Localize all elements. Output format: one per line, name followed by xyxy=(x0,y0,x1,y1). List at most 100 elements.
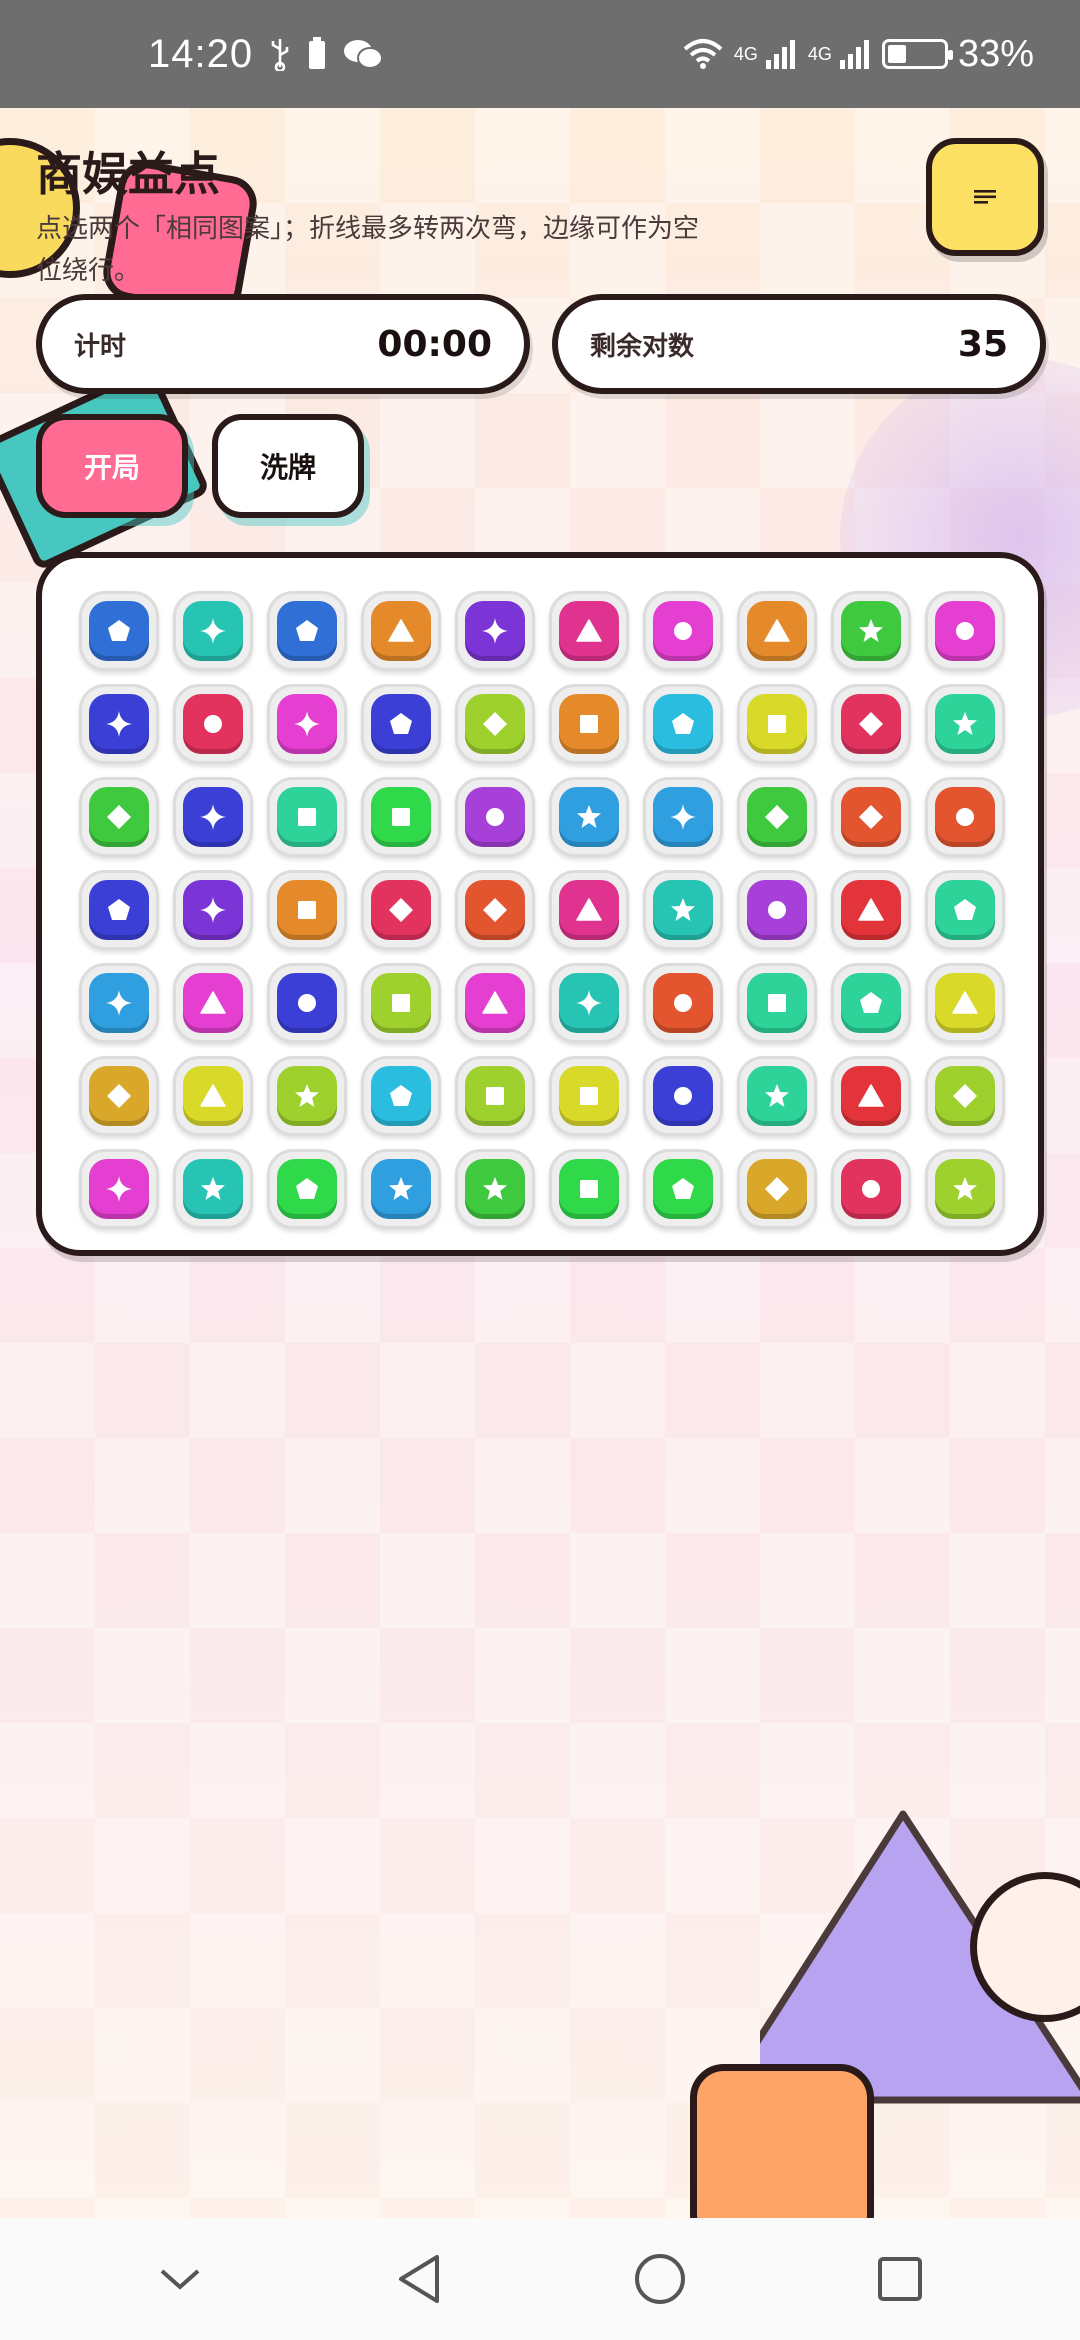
tile-indigo-circle[interactable] xyxy=(267,962,347,1043)
tile-teal-sparkle[interactable] xyxy=(549,962,629,1043)
nav-back-button[interactable] xyxy=(385,2244,455,2314)
tile-sky-star[interactable] xyxy=(361,1148,441,1229)
tile-red-diamond[interactable] xyxy=(831,683,911,764)
tile-green-star[interactable] xyxy=(831,590,911,671)
tile-mint-pentagon[interactable] xyxy=(831,962,911,1043)
tile-cell xyxy=(448,677,542,770)
tile-face xyxy=(183,600,243,661)
tile-gold-diamond[interactable] xyxy=(737,1148,817,1229)
tile-red-diamond[interactable] xyxy=(361,869,441,950)
tile-cell xyxy=(72,1142,166,1235)
tile-mint-square[interactable] xyxy=(737,962,817,1043)
tile-indigo-pentagon[interactable] xyxy=(361,683,441,764)
tile-crimson-triangle[interactable] xyxy=(831,1055,911,1136)
tile-indigo-circle[interactable] xyxy=(643,1055,723,1136)
tile-orange-triangle[interactable] xyxy=(737,590,817,671)
tile-face xyxy=(465,972,525,1033)
tile-orange-square[interactable] xyxy=(549,683,629,764)
tile-mint-pentagon[interactable] xyxy=(925,869,1005,950)
tile-kelly-square[interactable] xyxy=(361,776,441,857)
tile-face xyxy=(747,1065,807,1126)
tile-green-diamond[interactable] xyxy=(79,776,159,857)
tile-face xyxy=(183,972,243,1033)
tile-teal-star[interactable] xyxy=(643,869,723,950)
tile-cyan-pentagon[interactable] xyxy=(361,1055,441,1136)
tile-magenta-triangle[interactable] xyxy=(549,869,629,950)
nav-home-button[interactable] xyxy=(625,2244,695,2314)
tile-yellow-square[interactable] xyxy=(549,1055,629,1136)
tile-lime-diamond[interactable] xyxy=(455,683,535,764)
usb-icon xyxy=(269,37,291,71)
tile-pink-triangle[interactable] xyxy=(455,962,535,1043)
tile-vermilion-circle[interactable] xyxy=(925,776,1005,857)
tile-violet-sparkle[interactable] xyxy=(173,869,253,950)
tile-sky-sparkle[interactable] xyxy=(643,776,723,857)
timer-label: 计时 xyxy=(74,331,127,362)
tile-face xyxy=(935,972,995,1033)
tile-cell xyxy=(636,1142,730,1235)
chevron-down-icon xyxy=(160,2269,200,2290)
tile-crimson-triangle[interactable] xyxy=(831,869,911,950)
tile-lime-square[interactable] xyxy=(455,1055,535,1136)
tile-lime-diamond[interactable] xyxy=(925,1055,1005,1136)
tile-lime-star[interactable] xyxy=(267,1055,347,1136)
tile-pink-sparkle[interactable] xyxy=(79,1148,159,1229)
tile-sky-star[interactable] xyxy=(549,776,629,857)
tile-violet-sparkle[interactable] xyxy=(455,590,535,671)
tile-pink-circle[interactable] xyxy=(643,590,723,671)
circle-icon xyxy=(298,993,316,1012)
tile-face xyxy=(935,1158,995,1219)
menu-button[interactable] xyxy=(926,138,1044,256)
tile-cell xyxy=(636,863,730,956)
tile-yellow-square[interactable] xyxy=(737,683,817,764)
tile-indigo-pentagon[interactable] xyxy=(79,869,159,950)
tile-cyan-pentagon[interactable] xyxy=(643,683,723,764)
tile-orange-triangle[interactable] xyxy=(361,590,441,671)
tile-kelly-square[interactable] xyxy=(549,1148,629,1229)
tile-purple-circle[interactable] xyxy=(455,776,535,857)
tile-yellow-triangle[interactable] xyxy=(173,1055,253,1136)
tile-pink-sparkle[interactable] xyxy=(267,683,347,764)
tile-lime-square[interactable] xyxy=(361,962,441,1043)
tile-magenta-triangle[interactable] xyxy=(549,590,629,671)
tile-green-star[interactable] xyxy=(455,1148,535,1229)
tile-pink-circle[interactable] xyxy=(925,590,1005,671)
tile-kelly-pentagon[interactable] xyxy=(643,1148,723,1229)
tile-blue-pentagon[interactable] xyxy=(79,590,159,671)
nav-recents-button[interactable] xyxy=(865,2244,935,2314)
nav-hide-button[interactable] xyxy=(145,2244,215,2314)
tile-green-diamond[interactable] xyxy=(737,776,817,857)
tile-mint-star[interactable] xyxy=(737,1055,817,1136)
tile-purple-circle[interactable] xyxy=(737,869,817,950)
tile-lime-star[interactable] xyxy=(925,1148,1005,1229)
tile-red-circle[interactable] xyxy=(831,1148,911,1229)
tile-indigo-sparkle[interactable] xyxy=(173,776,253,857)
tile-kelly-pentagon[interactable] xyxy=(267,1148,347,1229)
tile-yellow-triangle[interactable] xyxy=(925,962,1005,1043)
start-button[interactable]: 开局 xyxy=(36,414,188,518)
tile-cell xyxy=(166,677,260,770)
tile-vermilion-circle[interactable] xyxy=(643,962,723,1043)
tile-pink-triangle[interactable] xyxy=(173,962,253,1043)
tile-orange-square[interactable] xyxy=(267,869,347,950)
tile-indigo-sparkle[interactable] xyxy=(79,683,159,764)
square-icon xyxy=(486,1086,504,1105)
tile-vermilion-diamond[interactable] xyxy=(455,869,535,950)
tile-sky-sparkle[interactable] xyxy=(79,962,159,1043)
tile-vermilion-diamond[interactable] xyxy=(831,776,911,857)
tile-blue-pentagon[interactable] xyxy=(267,590,347,671)
tile-gold-diamond[interactable] xyxy=(79,1055,159,1136)
square-icon xyxy=(298,807,316,826)
tile-mint-star[interactable] xyxy=(925,683,1005,764)
tile-face xyxy=(89,1065,149,1126)
tile-cell xyxy=(636,956,730,1049)
shuffle-button[interactable]: 洗牌 xyxy=(212,414,364,518)
tile-red-circle[interactable] xyxy=(173,683,253,764)
tile-teal-star[interactable] xyxy=(173,1148,253,1229)
tile-teal-sparkle[interactable] xyxy=(173,590,253,671)
tile-cell xyxy=(824,584,918,677)
tile-cell xyxy=(354,956,448,1049)
triangle-icon xyxy=(482,990,508,1014)
star-icon xyxy=(859,618,883,642)
tile-mint-square[interactable] xyxy=(267,776,347,857)
